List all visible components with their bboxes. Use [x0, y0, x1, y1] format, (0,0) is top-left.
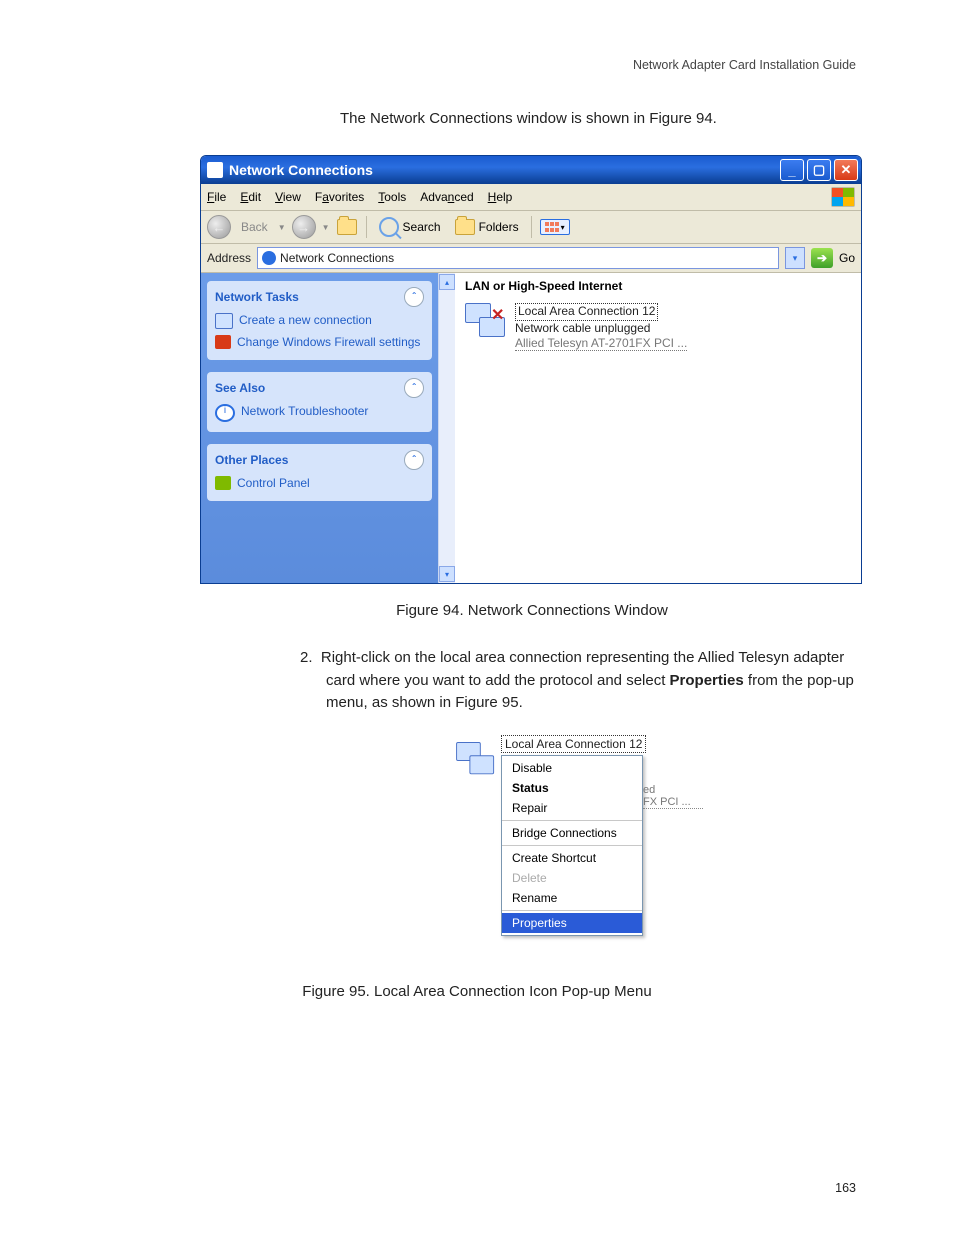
connection-label: Local Area Connection 12 — [501, 735, 646, 753]
content-pane: LAN or High-Speed Internet ✕ Local Area … — [455, 273, 861, 583]
connection-name: Local Area Connection 12 — [515, 303, 658, 321]
window-title: Network Connections — [229, 162, 373, 178]
address-value: Network Connections — [280, 251, 394, 265]
menu-repair[interactable]: Repair — [502, 798, 642, 818]
scroll-down-icon[interactable]: ▾ — [439, 566, 455, 582]
see-also-box: See Also ˆ i Network Troubleshooter — [207, 372, 432, 432]
menu-file[interactable]: File — [207, 190, 226, 204]
menu-view[interactable]: View — [275, 190, 301, 204]
sidebar-scrollbar[interactable]: ▴ ▾ — [438, 273, 455, 583]
firewall-icon — [215, 335, 231, 349]
menu-disable[interactable]: Disable — [502, 758, 642, 778]
connection-adapter: Allied Telesyn AT-2701FX PCI ... — [515, 336, 687, 351]
search-icon — [379, 217, 399, 237]
figure-94-caption: Figure 94. Network Connections Window — [200, 602, 864, 619]
collapse-icon[interactable]: ˆ — [404, 287, 424, 307]
see-troubleshooter[interactable]: i Network Troubleshooter — [215, 404, 424, 422]
connection-status: Network cable unplugged — [515, 321, 650, 335]
address-dropdown[interactable]: ▾ — [785, 247, 805, 269]
context-menu-figure: Local Area Connection 12 Disable Status … — [455, 735, 705, 961]
app-icon — [207, 162, 223, 178]
maximize-button[interactable]: ▢ — [807, 159, 831, 181]
address-icon — [262, 251, 276, 265]
control-panel-icon — [215, 476, 231, 490]
menu-edit[interactable]: Edit — [240, 190, 261, 204]
menu-delete: Delete — [502, 868, 642, 888]
forward-icon: → — [292, 215, 316, 239]
views-icon — [545, 222, 559, 232]
doc-header: Network Adapter Card Installation Guide — [633, 58, 856, 72]
other-control-panel[interactable]: Control Panel — [215, 476, 424, 491]
menu-favorites[interactable]: Favorites — [315, 190, 364, 204]
menu-create-shortcut[interactable]: Create Shortcut — [502, 848, 642, 868]
menu-bar: File Edit View Favorites Tools Advanced … — [201, 184, 861, 211]
lan-section-header: LAN or High-Speed Internet — [465, 279, 851, 293]
menu-rename[interactable]: Rename — [502, 888, 642, 908]
other-places-box: Other Places ˆ Control Panel — [207, 444, 432, 501]
step-2-text: 2. Right-click on the local area connect… — [300, 647, 864, 715]
unplugged-x-icon: ✕ — [491, 305, 504, 325]
intro-text: The Network Connections window is shown … — [340, 110, 864, 127]
context-menu: Disable Status Repair Bridge Connections… — [501, 755, 643, 936]
menu-help[interactable]: Help — [488, 190, 513, 204]
network-tasks-header: Network Tasks — [215, 290, 299, 304]
scroll-up-icon[interactable]: ▴ — [439, 274, 455, 290]
menu-bridge[interactable]: Bridge Connections — [502, 823, 642, 843]
folder-up-icon — [337, 219, 357, 235]
page-number: 163 — [835, 1181, 856, 1195]
menu-properties[interactable]: Properties — [502, 913, 642, 933]
back-icon: ← — [207, 215, 231, 239]
folders-icon — [455, 219, 475, 235]
windows-flag-icon — [831, 187, 855, 207]
info-icon: i — [215, 404, 235, 422]
window-titlebar[interactable]: Network Connections _ ▢ ✕ — [201, 156, 861, 184]
tasks-pane: Network Tasks ˆ Create a new connection C… — [201, 273, 438, 583]
see-also-header: See Also — [215, 381, 265, 395]
new-connection-icon — [215, 313, 233, 329]
go-label: Go — [839, 251, 855, 265]
address-bar: Address Network Connections ▾ ➔ Go — [201, 244, 861, 273]
close-button[interactable]: ✕ — [834, 159, 858, 181]
menu-advanced[interactable]: Advanced — [420, 190, 473, 204]
connection-item[interactable]: ✕ Local Area Connection 12 Network cable… — [465, 303, 851, 352]
views-button[interactable]: ▾ — [540, 219, 570, 235]
task-firewall-settings[interactable]: Change Windows Firewall settings — [215, 335, 424, 350]
search-button[interactable]: Search — [375, 215, 445, 239]
connection-icon — [456, 742, 498, 780]
connection-icon: ✕ — [465, 303, 509, 343]
task-create-connection[interactable]: Create a new connection — [215, 313, 424, 329]
network-tasks-box: Network Tasks ˆ Create a new connection C… — [207, 281, 432, 360]
up-folder-button[interactable] — [336, 217, 358, 237]
menu-tools[interactable]: Tools — [378, 190, 406, 204]
back-button[interactable]: Back — [237, 218, 272, 236]
address-field[interactable]: Network Connections — [257, 247, 779, 269]
other-places-header: Other Places — [215, 453, 288, 467]
collapse-icon[interactable]: ˆ — [404, 450, 424, 470]
minimize-button[interactable]: _ — [780, 159, 804, 181]
collapse-icon[interactable]: ˆ — [404, 378, 424, 398]
go-button[interactable]: ➔ — [811, 248, 833, 268]
menu-status[interactable]: Status — [502, 778, 642, 798]
figure-95-caption: Figure 95. Local Area Connection Icon Po… — [90, 983, 864, 1000]
network-connections-window: Network Connections _ ▢ ✕ File Edit View… — [200, 155, 862, 584]
obscured-text: ed FX PCI ... — [643, 784, 703, 809]
folders-button[interactable]: Folders — [451, 217, 523, 237]
navigation-toolbar: ← Back ▼ → ▼ Search Folders ▾ — [201, 211, 861, 244]
address-label: Address — [207, 251, 251, 265]
